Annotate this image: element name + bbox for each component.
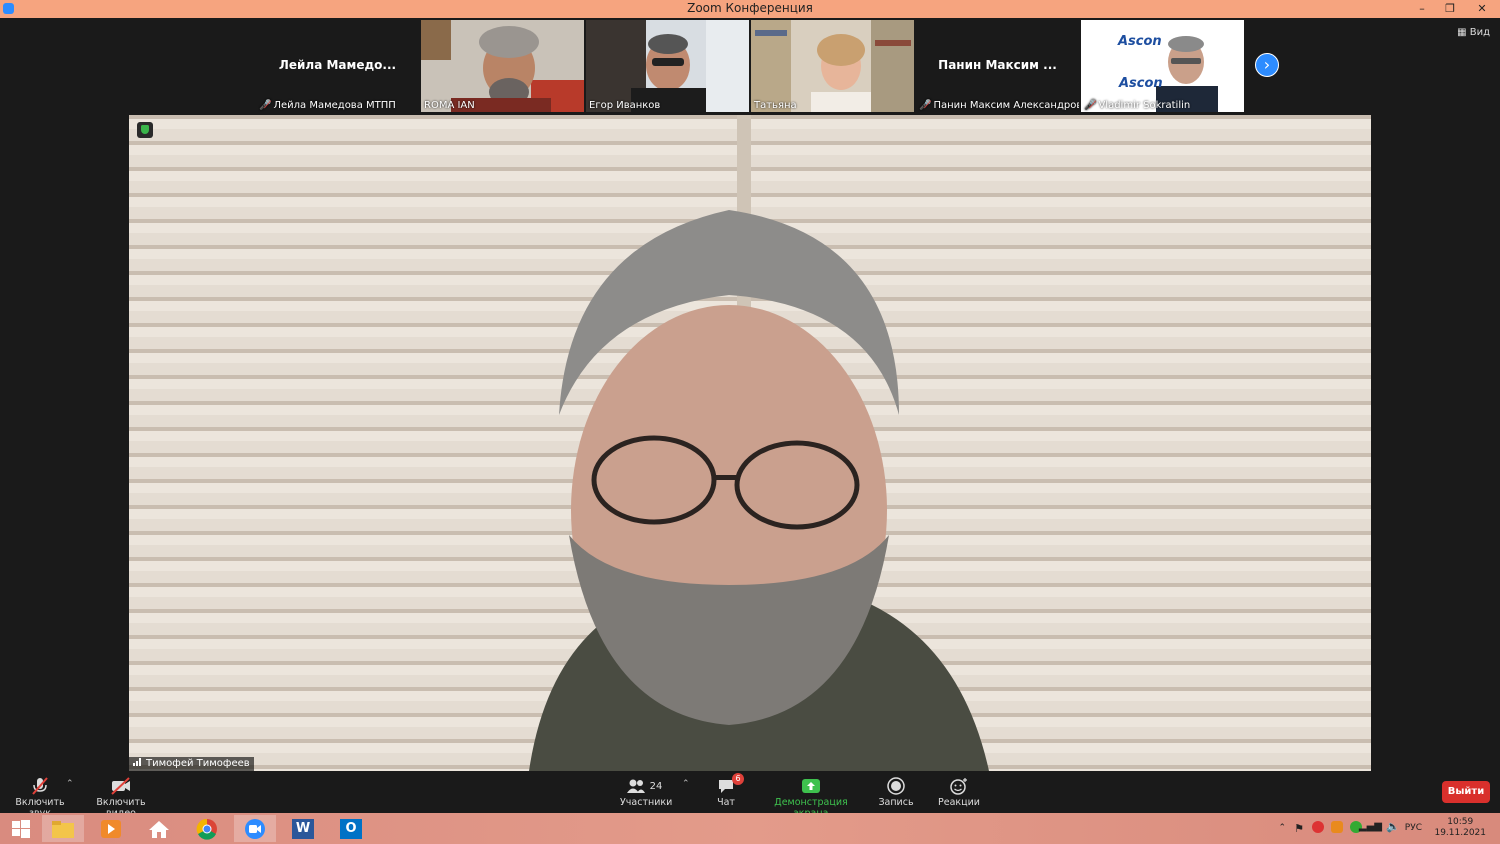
participant-tile[interactable]: Ascon Ascon 🎤̸ Vladimir Sokratilin <box>1081 20 1244 112</box>
zoom-taskbar-button[interactable] <box>234 815 276 842</box>
start-button[interactable] <box>0 815 42 842</box>
ascon-logo-2: Ascon <box>1119 76 1163 91</box>
participant-video <box>751 20 914 112</box>
gallery-strip: Лейла Мамедо... 🎤̸ Лейла Мамедова МТПП RO… <box>0 18 1500 114</box>
media-player-taskbar-button[interactable] <box>90 815 132 842</box>
tray-overflow-icon[interactable]: ⌃ <box>1278 823 1286 833</box>
participants-options-caret[interactable]: ⌃ <box>682 779 690 789</box>
flag-icon[interactable]: ⚑ <box>1294 822 1304 835</box>
chat-button[interactable]: 6 Чат <box>710 773 744 808</box>
participant-label: 🎤̸ Vladimir Sokratilin <box>1084 100 1191 111</box>
participants-button[interactable]: 24 Участники <box>620 775 672 808</box>
clock[interactable]: 10:59 19.11.2021 <box>1434 817 1486 839</box>
word-taskbar-button[interactable]: W <box>282 815 324 842</box>
participant-video <box>421 20 584 112</box>
network-icon[interactable]: ▂▄▆ <box>1359 821 1382 832</box>
minimize-button[interactable]: – <box>1408 0 1436 18</box>
participant-label: Татьяна <box>754 100 797 111</box>
reactions-button[interactable]: Реакции <box>938 775 980 808</box>
participant-tile[interactable]: Егор Иванков <box>586 20 749 112</box>
participant-video <box>1081 20 1244 112</box>
title-bar: Zoom Конференция – ❐ ✕ <box>0 0 1500 18</box>
outlook-taskbar-button[interactable]: O <box>330 815 372 842</box>
reactions-icon <box>950 778 967 795</box>
maximize-button[interactable]: ❐ <box>1436 0 1464 18</box>
home-taskbar-button[interactable] <box>138 815 180 842</box>
chat-unread-badge: 6 <box>732 773 744 785</box>
signal-bars-icon <box>133 758 143 766</box>
meeting-toolbar: Включить звук ⌃ Включить видео 24 Участн… <box>0 771 1500 819</box>
participant-label: 🎤̸ Панин Максим Александров... <box>919 100 1079 111</box>
chrome-icon <box>196 818 217 840</box>
participants-icon <box>626 779 645 793</box>
participant-label: ROMA IAN <box>424 100 475 111</box>
file-explorer-taskbar-button[interactable] <box>42 815 84 842</box>
windows-taskbar: W O ⌃ ⚑ ▂▄▆ 🔈 РУС 10:59 19.11.2021 <box>0 813 1500 844</box>
video-off-icon <box>84 775 158 797</box>
folder-icon <box>52 820 74 838</box>
speaker-name-label: Тимофей Тимофеев <box>129 757 254 771</box>
word-icon: W <box>292 818 314 839</box>
speaker-video-frame <box>129 115 1371 771</box>
antivirus-icon[interactable] <box>1312 821 1324 833</box>
share-screen-icon <box>802 779 820 793</box>
next-page-button[interactable]: › <box>1255 53 1279 77</box>
update-icon[interactable] <box>1331 821 1343 833</box>
view-button[interactable]: ▦ Вид <box>1457 27 1490 38</box>
record-icon <box>887 777 905 795</box>
participants-count: 24 <box>649 780 663 792</box>
participant-name-large: Панин Максим ... <box>938 58 1057 72</box>
outlook-icon: O <box>340 818 362 839</box>
home-icon <box>149 820 169 838</box>
media-player-icon <box>101 819 121 838</box>
leave-meeting-button[interactable]: Выйти <box>1442 781 1490 803</box>
main-speaker-video: Тимофей Тимофеев <box>129 115 1371 771</box>
participant-tile[interactable]: Панин Максим ... 🎤̸ Панин Максим Александ… <box>916 20 1079 112</box>
grid-icon: ▦ <box>1457 27 1470 38</box>
audio-options-caret[interactable]: ⌃ <box>66 779 74 789</box>
participant-tile[interactable]: Лейла Мамедо... 🎤̸ Лейла Мамедова МТПП <box>256 20 419 112</box>
participant-name-large: Лейла Мамедо... <box>278 58 397 72</box>
chrome-taskbar-button[interactable] <box>186 815 228 842</box>
language-indicator[interactable]: РУС <box>1405 823 1422 833</box>
participant-tile[interactable]: ROMA IAN <box>421 20 584 112</box>
participant-video <box>586 20 749 112</box>
participant-label: Егор Иванков <box>589 100 661 111</box>
volume-icon[interactable]: 🔈 <box>1386 820 1400 833</box>
ascon-logo: Ascon <box>1118 34 1162 49</box>
participant-label: 🎤̸ Лейла Мамедова МТПП <box>259 100 396 111</box>
close-button[interactable]: ✕ <box>1464 0 1500 18</box>
windows-logo-icon <box>12 819 30 838</box>
window-title: Zoom Конференция <box>687 1 813 15</box>
participant-tile[interactable]: Татьяна <box>751 20 914 112</box>
record-button[interactable]: Запись <box>876 775 916 808</box>
mic-muted-icon <box>8 775 72 797</box>
mic-off-icon: 🎤̸ <box>919 100 932 111</box>
mic-off-icon: 🎤̸ <box>1084 100 1097 111</box>
zoom-icon <box>245 818 265 839</box>
mic-off-icon: 🎤̸ <box>259 100 272 111</box>
encryption-shield-icon[interactable] <box>137 122 153 138</box>
